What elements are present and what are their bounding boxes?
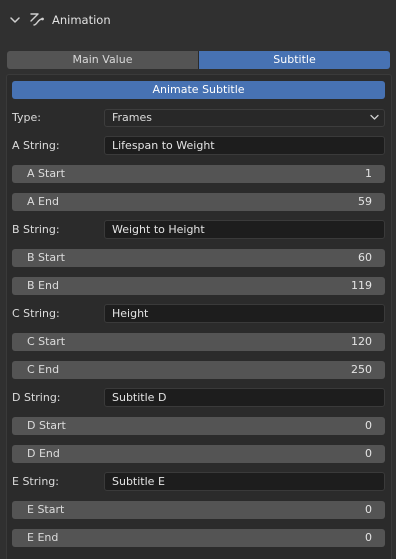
d-end-value: 0 xyxy=(365,447,372,460)
a-start-field[interactable]: A Start 1 xyxy=(12,165,385,183)
a-end-field[interactable]: A End 59 xyxy=(12,193,385,211)
b-start-label: B Start xyxy=(27,251,65,264)
a-start-value: 1 xyxy=(365,167,372,180)
b-end-value: 119 xyxy=(351,279,372,292)
b-end-field[interactable]: B End 119 xyxy=(12,277,385,295)
c-string-input[interactable]: Height xyxy=(104,304,385,323)
b-string-value: Weight to Height xyxy=(112,223,205,236)
e-end-value: 0 xyxy=(365,531,372,544)
e-string-input[interactable]: Subtitle E xyxy=(104,472,385,491)
a-start-label: A Start xyxy=(27,167,65,180)
b-start-value: 60 xyxy=(358,251,372,264)
b-string-input[interactable]: Weight to Height xyxy=(104,220,385,239)
d-string-input[interactable]: Subtitle D xyxy=(104,388,385,407)
d-string-value: Subtitle D xyxy=(112,391,167,404)
animate-subtitle-button[interactable]: Animate Subtitle xyxy=(12,81,385,99)
c-string-value: Height xyxy=(112,307,149,320)
e-end-label: E End xyxy=(27,531,59,544)
a-string-value: Lifespan to Weight xyxy=(112,139,215,152)
a-string-input[interactable]: Lifespan to Weight xyxy=(104,136,385,155)
e-start-label: E Start xyxy=(27,503,65,516)
type-dropdown-value: Frames xyxy=(112,111,153,124)
a-end-label: A End xyxy=(27,195,59,208)
c-start-field[interactable]: C Start 120 xyxy=(12,333,385,351)
tab-subtitle[interactable]: Subtitle xyxy=(198,51,390,69)
e-start-field[interactable]: E Start 0 xyxy=(12,501,385,519)
b-start-field[interactable]: B Start 60 xyxy=(12,249,385,267)
d-start-field[interactable]: D Start 0 xyxy=(12,417,385,435)
panel-title: Animation xyxy=(52,13,111,27)
d-string-label: D String: xyxy=(12,391,61,404)
chevron-down-icon[interactable] xyxy=(9,15,21,25)
e-string-value: Subtitle E xyxy=(112,475,165,488)
e-end-field[interactable]: E End 0 xyxy=(12,529,385,547)
a-end-value: 59 xyxy=(358,195,372,208)
fcurve-icon xyxy=(30,13,44,26)
tab-main-value[interactable]: Main Value xyxy=(7,51,198,69)
a-string-label: A String: xyxy=(12,139,60,152)
d-end-field[interactable]: D End 0 xyxy=(12,445,385,463)
b-string-label: B String: xyxy=(12,223,60,236)
c-end-field[interactable]: C End 250 xyxy=(12,361,385,379)
d-start-label: D Start xyxy=(27,419,66,432)
e-start-value: 0 xyxy=(365,503,372,516)
type-label: Type: xyxy=(12,111,41,124)
c-start-value: 120 xyxy=(351,335,372,348)
d-start-value: 0 xyxy=(365,419,372,432)
e-string-label: E String: xyxy=(12,475,59,488)
chevron-down-icon xyxy=(370,114,379,120)
c-end-label: C End xyxy=(27,363,60,376)
d-end-label: D End xyxy=(27,447,60,460)
type-dropdown[interactable]: Frames xyxy=(104,109,385,127)
c-string-label: C String: xyxy=(12,307,60,320)
c-start-label: C Start xyxy=(27,335,66,348)
b-end-label: B End xyxy=(27,279,59,292)
value-subtitle-tabs: Main Value Subtitle xyxy=(7,51,390,69)
animation-panel-header[interactable]: Animation xyxy=(0,0,396,40)
c-end-value: 250 xyxy=(351,363,372,376)
